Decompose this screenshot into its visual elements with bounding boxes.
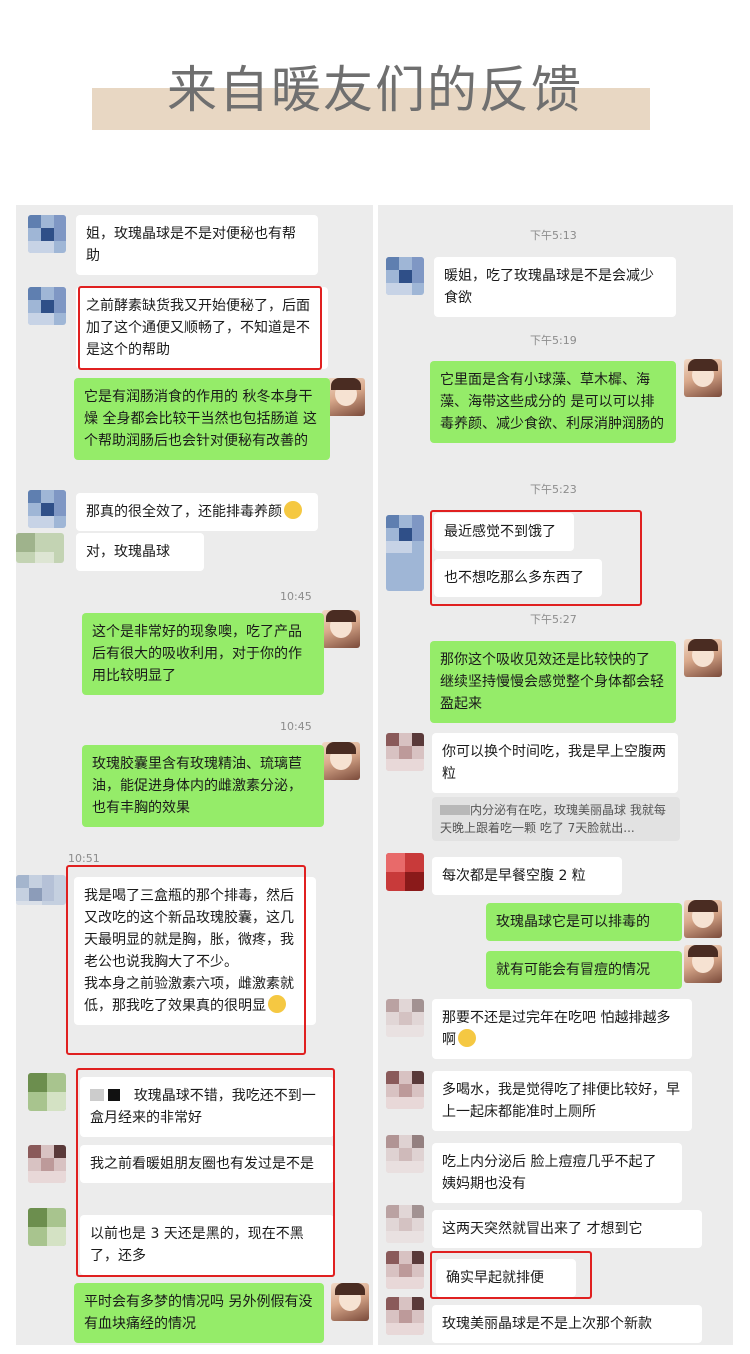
laughing-emoji-icon [458, 1029, 476, 1047]
avatar [28, 287, 66, 325]
avatar [386, 733, 424, 771]
avatar [684, 945, 722, 983]
message-text: 那真的很全效了，还能排毒养颜 [86, 504, 282, 520]
chat-message: 多喝水，我是觉得吃了排便比较好，早上一起床都能准时上厕所 [432, 1071, 692, 1131]
avatar [322, 742, 360, 780]
timestamp: 下午5:23 [530, 483, 577, 496]
thumbs-up-icon [284, 501, 302, 519]
chat-message: 玫瑰美丽晶球是不是上次那个新款 [432, 1305, 702, 1343]
avatar [386, 257, 424, 295]
chat-message: 吃上内分泌后 脸上痘痘几乎不起了 姨妈期也没有 [432, 1143, 682, 1203]
chat-message: 它是有润肠消食的作用的 秋冬本身干燥 全身都会比较干当然也包括肠道 这个帮助润肠… [74, 378, 330, 460]
timestamp: 下午5:13 [530, 229, 577, 242]
avatar [386, 1297, 424, 1335]
quoted-message: 内分泌有在吃，玫瑰美丽晶球 我就每天晚上跟着吃一颗 吃了 7天脸就出... [432, 797, 680, 841]
avatar [684, 359, 722, 397]
avatar [386, 1071, 424, 1109]
avatar [322, 610, 360, 648]
avatar [28, 1208, 66, 1246]
chat-message: 玫瑰胶囊里含有玫瑰精油、琉璃苣油，能促进身体内的雌激素分泌，也有丰胸的效果 [82, 745, 324, 827]
timestamp: 下午5:27 [530, 613, 577, 626]
timestamp: 下午5:19 [530, 334, 577, 347]
avatar [386, 1205, 424, 1243]
chat-message: 暖姐，吃了玫瑰晶球是不是会减少食欲 [434, 257, 676, 317]
message-text: 那要不还是过完年在吃吧 怕越排越多啊 [442, 1010, 671, 1048]
avatar [327, 378, 365, 416]
avatar [28, 215, 66, 253]
avatar [331, 1283, 369, 1321]
chat-message: 姐，玫瑰晶球是不是对便秘也有帮助 [76, 215, 318, 275]
avatar [28, 1073, 66, 1111]
avatar [386, 515, 424, 591]
chat-message: 对，玫瑰晶球 [76, 533, 204, 571]
highlight-box [430, 510, 642, 606]
chat-message: 你可以换个时间吃，我是早上空腹两粒 [432, 733, 678, 793]
chat-message: 玫瑰晶球它是可以排毒的 [486, 903, 682, 941]
avatar [386, 853, 424, 891]
avatar [386, 999, 424, 1037]
chat-message: 那要不还是过完年在吃吧 怕越排越多啊 [432, 999, 692, 1059]
quote-text: 内分泌有在吃，玫瑰美丽晶球 我就每天晚上跟着吃一颗 吃了 7天脸就出... [440, 803, 666, 835]
page-title: 来自暖友们的反馈 [167, 61, 583, 119]
avatar [684, 639, 722, 677]
avatar [386, 1251, 424, 1289]
avatar [28, 490, 66, 528]
timestamp: 10:51 [68, 852, 100, 865]
chat-message: 那真的很全效了，还能排毒养颜 [76, 493, 318, 531]
avatar [16, 533, 64, 563]
avatar [386, 1135, 424, 1173]
chat-message: 它里面是含有小球藻、草木樨、海藻、海带这些成分的 是可以可以排毒养颜、减少食欲、… [430, 361, 676, 443]
chat-message: 就有可能会有冒痘的情况 [486, 951, 682, 989]
highlight-box [78, 286, 322, 370]
chat-message: 这个是非常好的现象噢，吃了产品后有很大的吸收利用，对于你的作用比较明显了 [82, 613, 324, 695]
highlight-box [66, 865, 306, 1055]
timestamp: 10:45 [280, 720, 312, 733]
chat-left-panel: 姐，玫瑰晶球是不是对便秘也有帮助 之前酵素缺货我又开始便秘了，后面加了这个通便又… [16, 205, 373, 1345]
blurred-name-icon [440, 805, 470, 815]
avatar [684, 900, 722, 938]
chat-message: 平时会有多梦的情况吗 另外例假有没有血块痛经的情况 [74, 1283, 324, 1343]
chat-message: 这两天突然就冒出来了 才想到它 [432, 1210, 702, 1248]
avatar [28, 1145, 66, 1183]
chat-message: 每次都是早餐空腹 2 粒 [432, 857, 622, 895]
timestamp: 10:45 [280, 590, 312, 603]
chat-message: 那你这个吸收见效还是比较快的了 继续坚持慢慢会感觉整个身体都会轻盈起来 [430, 641, 676, 723]
chat-right-panel: 下午5:13 暖姐，吃了玫瑰晶球是不是会减少食欲 下午5:19 它里面是含有小球… [378, 205, 733, 1345]
avatar [16, 875, 66, 905]
highlight-box [430, 1251, 592, 1299]
highlight-box [76, 1068, 335, 1277]
